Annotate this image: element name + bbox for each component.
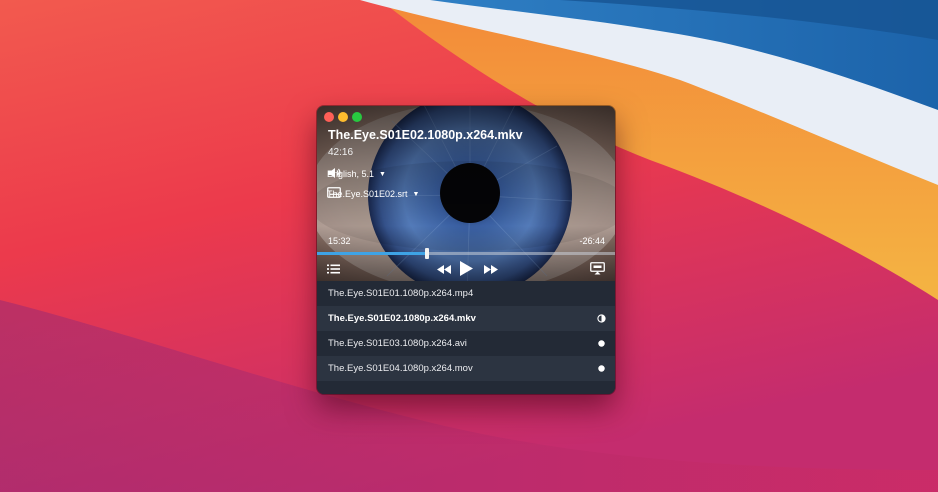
subtitle-track-selector[interactable]: The.Eye.S01E02.srt ▼ (327, 187, 419, 201)
playlist-item-label: The.Eye.S01E03.1080p.x264.avi (328, 338, 467, 349)
seek-bar[interactable] (317, 248, 615, 259)
playlist-item-label: The.Eye.S01E02.1080p.x264.mkv (328, 313, 476, 324)
zoom-window-button[interactable] (352, 112, 362, 122)
video-title: The.Eye.S01E02.1080p.x264.mkv (328, 128, 523, 142)
video-frame[interactable]: The.Eye.S01E02.1080p.x264.mkv 42:16 Engl… (317, 106, 615, 281)
unwatched-dot-icon (598, 365, 605, 372)
fast-forward-icon[interactable] (484, 265, 498, 274)
playlist-item[interactable]: The.Eye.S01E03.1080p.x264.avi (317, 331, 615, 356)
close-window-button[interactable] (324, 112, 334, 122)
playlist-item-active[interactable]: The.Eye.S01E02.1080p.x264.mkv (317, 306, 615, 331)
seek-bar-progress (317, 252, 428, 255)
airplay-icon[interactable] (590, 262, 605, 275)
half-watched-icon (597, 314, 606, 323)
subtitles-icon (327, 187, 341, 198)
list-icon[interactable] (327, 264, 340, 274)
playlist-item[interactable]: The.Eye.S01E01.1080p.x264.mp4 (317, 281, 615, 306)
speaker-icon (328, 168, 341, 178)
unwatched-dot-icon (598, 340, 605, 347)
play-icon[interactable] (460, 261, 473, 276)
playlist-item[interactable]: The.Eye.S01E04.1080p.x264.mov (317, 356, 615, 381)
playback-controls (317, 256, 615, 281)
playlist: The.Eye.S01E01.1080p.x264.mp4 The.Eye.S0… (317, 281, 615, 394)
elapsed-time: 15:32 (328, 236, 351, 246)
minimize-window-button[interactable] (338, 112, 348, 122)
remaining-time: -26:44 (579, 236, 605, 246)
video-player-window[interactable]: The.Eye.S01E02.1080p.x264.mkv 42:16 Engl… (317, 106, 615, 394)
rewind-icon[interactable] (437, 265, 451, 274)
chevron-down-icon: ▼ (412, 190, 420, 198)
chevron-down-icon: ▼ (379, 170, 386, 178)
playlist-item-label: The.Eye.S01E01.1080p.x264.mp4 (328, 288, 474, 299)
audio-track-selector[interactable]: English, 5.1 ▼ (327, 167, 386, 181)
video-duration: 42:16 (328, 147, 354, 158)
playlist-item-label: The.Eye.S01E04.1080p.x264.mov (328, 363, 473, 374)
